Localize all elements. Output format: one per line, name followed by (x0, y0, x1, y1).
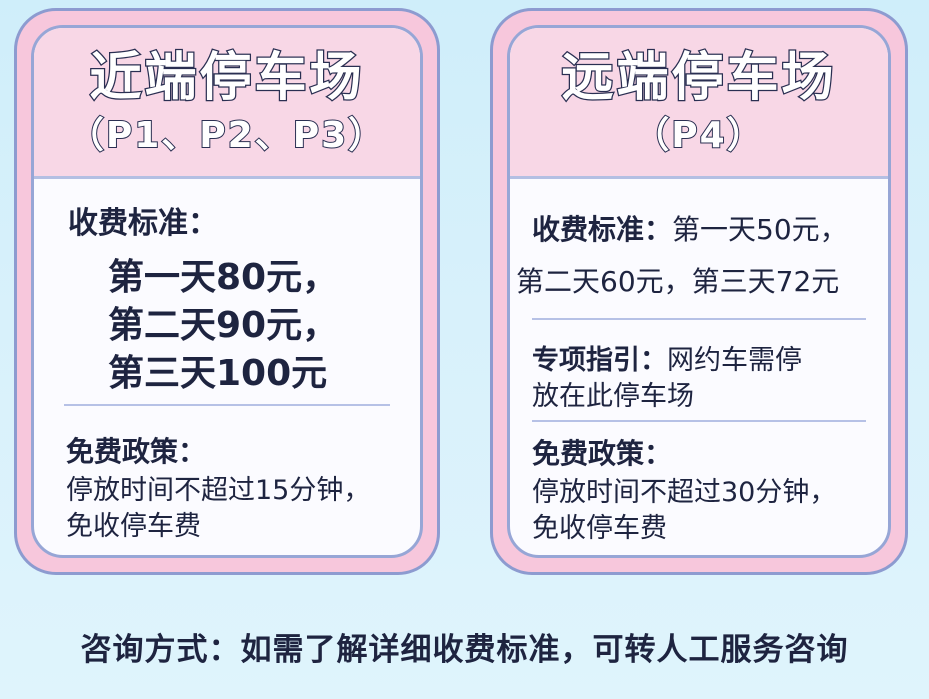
consult-text: 如需了解详细收费标准，可转人工服务咨询 (240, 632, 849, 668)
near-parking-header: 近端停车场 （P1、P2、P3） (34, 28, 420, 179)
far-fee-day1: 第一天50元， (672, 213, 848, 246)
consult-label: 咨询方式： (80, 632, 241, 668)
far-fee-label: 收费标准： (532, 213, 673, 246)
near-fee-line-2: 第二天90元， (108, 305, 339, 346)
far-guide-label: 专项指引： (532, 345, 667, 376)
near-parking-panel: 近端停车场 （P1、P2、P3） 收费标准： 第一天80元， 第二天90元， 第… (31, 25, 423, 558)
near-divider (64, 404, 390, 406)
far-parking-panel: 远端停车场 （P4） 收费标准：第一天50元， 第二天60元，第三天72元 专项… (507, 25, 891, 558)
near-fee-line-3: 第三天100元 (108, 353, 328, 394)
far-free-line-2: 免收停车费 (532, 513, 667, 544)
far-parking-subtitle: （P4） (632, 114, 765, 157)
far-fee-line-1: 收费标准：第一天50元， (532, 208, 848, 248)
far-parking-card: 远端停车场 （P4） 收费标准：第一天50元， 第二天60元，第三天72元 专项… (490, 8, 908, 575)
far-parking-header: 远端停车场 （P4） (510, 28, 888, 179)
far-guide-line-2: 放在此停车场 (532, 381, 694, 412)
near-parking-title: 近端停车场 (88, 47, 365, 110)
far-guide-line-1: 专项指引：网约车需停 (532, 338, 802, 377)
near-fee-label: 收费标准： (68, 206, 218, 241)
far-free-label: 免费政策： (532, 437, 673, 470)
near-fee-line-1: 第一天80元， (108, 257, 339, 298)
far-divider-1 (532, 318, 866, 320)
far-divider-2 (532, 420, 866, 422)
near-free-line-1: 停放时间不超过15分钟， (66, 475, 371, 506)
far-fee-line-2: 第二天60元，第三天72元 (516, 265, 840, 298)
near-free-line-2: 免收停车费 (66, 511, 201, 542)
far-guide-text: 网约车需停 (667, 345, 802, 376)
far-free-line-1: 停放时间不超过30分钟， (532, 477, 837, 508)
near-parking-card: 近端停车场 （P1、P2、P3） 收费标准： 第一天80元， 第二天90元， 第… (14, 8, 440, 575)
far-parking-title: 远端停车场 (560, 47, 837, 110)
near-parking-subtitle: （P1、P2、P3） (67, 114, 387, 157)
consult-info: 咨询方式：如需了解详细收费标准，可转人工服务咨询 (0, 624, 929, 669)
near-free-label: 免费政策： (66, 435, 207, 468)
